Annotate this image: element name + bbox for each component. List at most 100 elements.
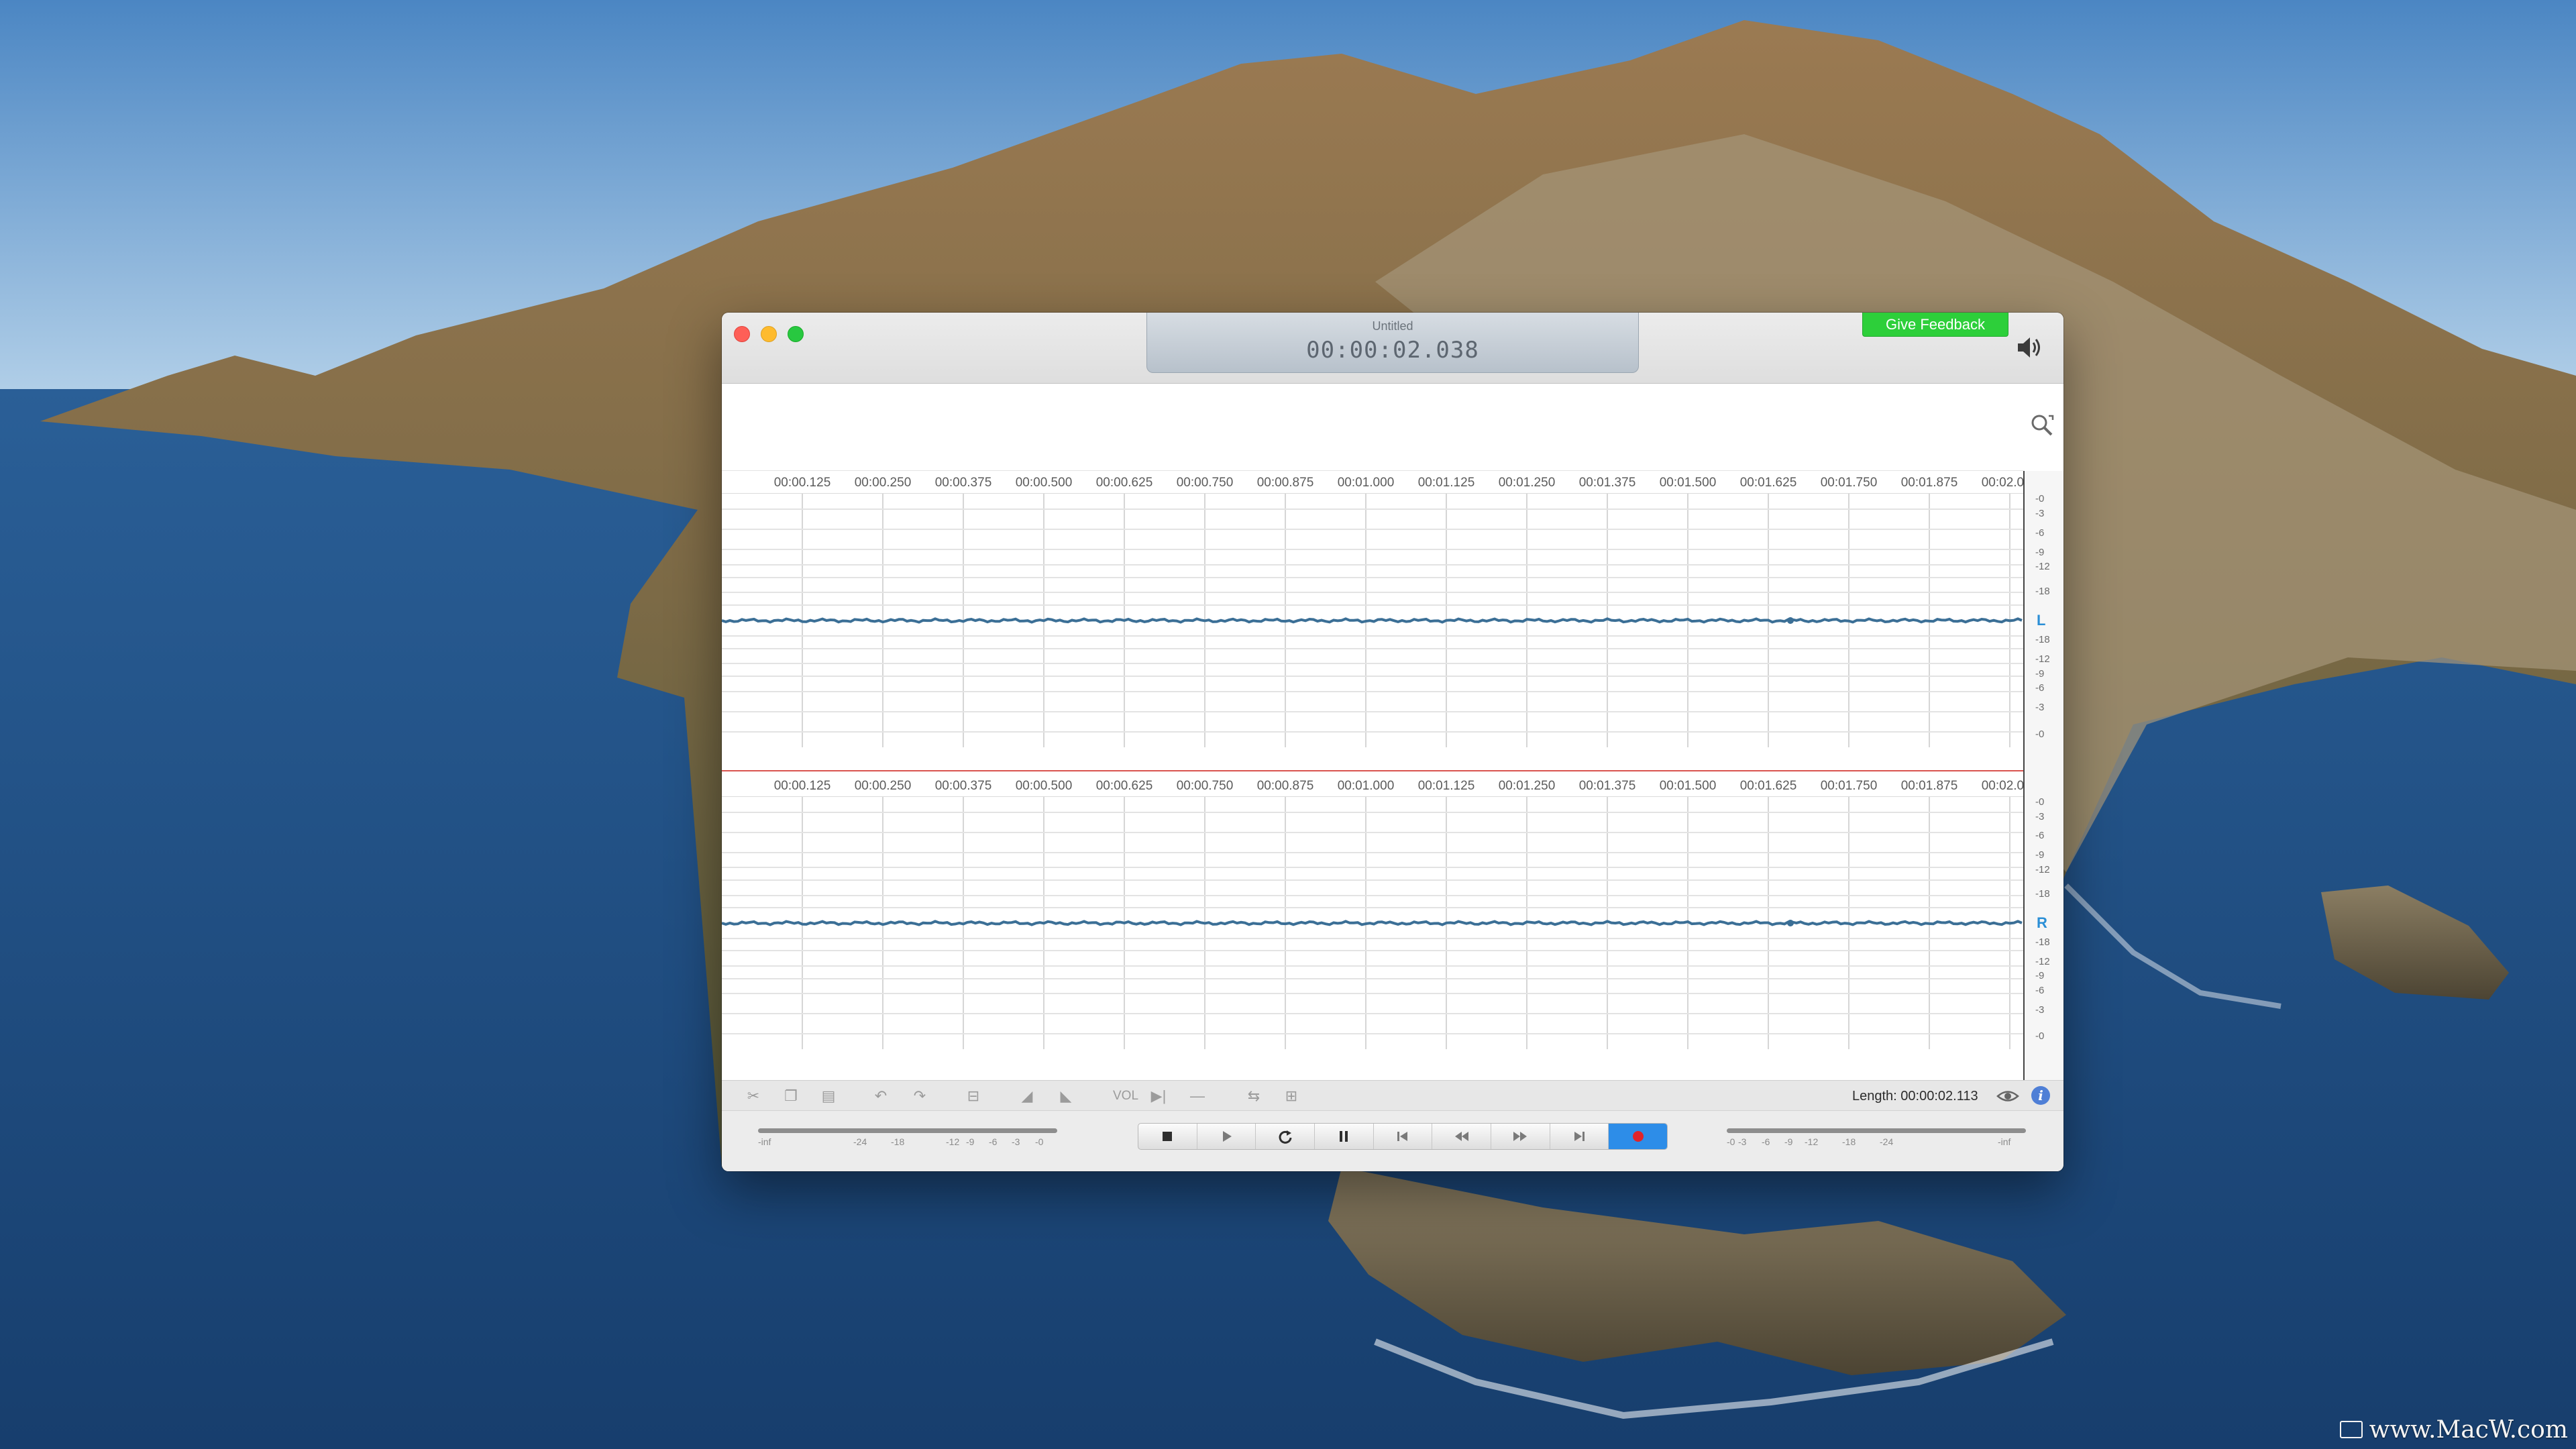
rewind-icon <box>1454 1132 1468 1141</box>
db-tick-label: -9 <box>2035 547 2045 558</box>
stop-button[interactable] <box>1138 1124 1197 1149</box>
db-scale-right: -0 -3 -6 -9 -12 -18 -18 -12 -9 -6 -3 -0 R <box>2023 797 2063 1049</box>
meter-tick-label: -6 <box>989 1136 998 1147</box>
db-tick-label: -6 <box>2035 985 2045 996</box>
minimize-window-button[interactable] <box>761 326 777 342</box>
silence-icon[interactable]: — <box>1187 1086 1208 1106</box>
ruler-tick-label: 00:01.000 <box>1337 779 1395 793</box>
ruler-tick-label: 00:00.250 <box>854 476 912 490</box>
pause-button[interactable] <box>1315 1124 1374 1149</box>
ruler-tick-label: 00:01.625 <box>1739 476 1797 490</box>
paste-icon[interactable]: ▤ <box>818 1086 839 1106</box>
time-display-panel: Untitled 00:00:02.038 <box>1146 313 1639 373</box>
ruler-tick-label: 00:00.500 <box>1015 779 1073 793</box>
volume-button[interactable]: VOL <box>1113 1089 1138 1104</box>
waveform-right <box>722 797 2023 1049</box>
time-ruler-left[interactable]: 00:00.125 00:00.250 00:00.375 00:00.500 00:0… <box>722 471 2023 494</box>
channel-separator <box>722 770 2023 771</box>
db-tick-label: -18 <box>2035 634 2050 645</box>
undo-icon[interactable]: ↶ <box>871 1086 891 1106</box>
trim-icon[interactable]: ⊟ <box>963 1086 983 1106</box>
ruler-tick-label: 00:01.500 <box>1659 779 1717 793</box>
waveform-overview[interactable] <box>722 384 2023 471</box>
input-level-meter: -inf -24 -18 -12 -9 -6 -3 -0 <box>758 1124 1057 1151</box>
eye-icon[interactable] <box>1996 1087 2019 1105</box>
db-scale-left: -0 -3 -6 -9 -12 -18 -18 -12 -9 -6 -3 -0 L <box>2023 494 2063 747</box>
record-icon <box>1632 1131 1644 1142</box>
ruler-tick-label: 00:00.625 <box>1095 779 1153 793</box>
db-tick-label: -9 <box>2035 668 2045 680</box>
skip-to-start-button[interactable] <box>1374 1124 1433 1149</box>
close-window-button[interactable] <box>734 326 750 342</box>
ruler-tick-label: 00:00.375 <box>934 476 992 490</box>
db-tick-label: -6 <box>2035 830 2045 841</box>
watermark-logo <box>2339 1421 2363 1438</box>
fade-in-icon[interactable]: ◢ <box>1017 1086 1037 1106</box>
fade-out-icon[interactable]: ◣ <box>1056 1086 1076 1106</box>
loop-button[interactable] <box>1256 1124 1316 1149</box>
speaker-icon[interactable] <box>2015 334 2045 361</box>
channel-label-right: R <box>2037 914 2047 931</box>
zoom-window-button[interactable] <box>788 326 804 342</box>
meter-tick-label: -6 <box>1762 1136 1770 1147</box>
loop-icon[interactable]: ⇆ <box>1244 1086 1264 1106</box>
waveform-channel-right[interactable] <box>722 797 2023 1049</box>
play-button[interactable] <box>1197 1124 1256 1149</box>
edit-toolbar: ✂ ❐ ▤ ↶ ↷ ⊟ ◢ ◣ VOL ▶| — ⇆ ⊞ Length: 00:… <box>722 1080 2063 1111</box>
time-ruler-right[interactable]: 00:00.125 00:00.250 00:00.375 00:00.500 00:0… <box>722 774 2023 797</box>
ruler-tick-label: 00:00.750 <box>1176 779 1234 793</box>
meter-tick-label: -0 <box>1727 1136 1735 1147</box>
ruler-tick-label: 00:01.125 <box>1417 476 1475 490</box>
ruler-tick-label: 00:01.125 <box>1417 779 1475 793</box>
ruler-tick-label: 00:00.500 <box>1015 476 1073 490</box>
record-button[interactable] <box>1609 1124 1667 1149</box>
ruler-tick-label: 00:02.000 <box>1981 476 2023 490</box>
ruler-tick-label: 00:01.625 <box>1739 779 1797 793</box>
meter-tick-label: -12 <box>1805 1136 1819 1147</box>
meter-tick-label: -0 <box>1035 1136 1044 1147</box>
waveform-line <box>722 617 2023 624</box>
pause-icon <box>1340 1131 1348 1142</box>
ruler-tick-label: 00:01.250 <box>1498 779 1556 793</box>
db-scale-footer <box>2023 1049 2063 1080</box>
ruler-tick-label: 00:00.250 <box>854 779 912 793</box>
zoom-icon[interactable] <box>2029 412 2055 439</box>
ruler-tick-label: 00:01.375 <box>1578 476 1636 490</box>
copy-icon[interactable]: ❐ <box>781 1086 801 1106</box>
ruler-tick-label: 00:01.750 <box>1820 476 1878 490</box>
waveform-channel-left[interactable] <box>722 494 2023 747</box>
db-tick-label: -3 <box>2035 811 2045 822</box>
skip-to-end-icon <box>1574 1132 1585 1141</box>
ruler-tick-label: 00:00.875 <box>1256 476 1314 490</box>
ruler-tick-label: 00:01.250 <box>1498 476 1556 490</box>
waveform-line <box>722 920 2023 926</box>
amplify-icon[interactable]: ▶| <box>1148 1086 1169 1106</box>
track-area: 00:00.125 00:00.250 00:00.375 00:00.500 00:0… <box>722 384 2063 1080</box>
fast-forward-button[interactable] <box>1491 1124 1550 1149</box>
meter-tick-label: -18 <box>891 1136 905 1147</box>
db-tick-label: -12 <box>2035 653 2050 665</box>
playhead-marker[interactable] <box>1787 920 1794 926</box>
db-tick-label: -18 <box>2035 586 2050 597</box>
info-icon[interactable]: i <box>2031 1086 2050 1105</box>
db-tick-label: -18 <box>2035 936 2050 948</box>
db-tick-label: -12 <box>2035 561 2050 572</box>
length-readout: Length: 00:00:02.113 <box>1852 1089 1978 1104</box>
db-tick-label: -0 <box>2035 1030 2045 1042</box>
give-feedback-button[interactable]: Give Feedback <box>1862 313 2008 337</box>
meter-tick-label: -24 <box>853 1136 867 1147</box>
skip-to-end-button[interactable] <box>1550 1124 1609 1149</box>
document-title: Untitled <box>1372 319 1413 333</box>
rewind-button[interactable] <box>1432 1124 1492 1149</box>
playhead-marker[interactable] <box>1787 617 1794 624</box>
ruler-tick-label: 00:00.875 <box>1256 779 1314 793</box>
meter-tick-label: -18 <box>1842 1136 1856 1147</box>
title-bar: Untitled 00:00:02.038 Give Feedback <box>722 313 2063 384</box>
crop-icon[interactable]: ⊞ <box>1281 1086 1301 1106</box>
redo-icon[interactable]: ↷ <box>910 1086 930 1106</box>
ruler-tick-label: 00:01.500 <box>1659 476 1717 490</box>
meter-tick-label: -3 <box>1012 1136 1020 1147</box>
db-tick-label: -0 <box>2035 729 2045 740</box>
ruler-tick-label: 00:00.125 <box>773 779 831 793</box>
cut-icon[interactable]: ✂ <box>743 1086 763 1106</box>
